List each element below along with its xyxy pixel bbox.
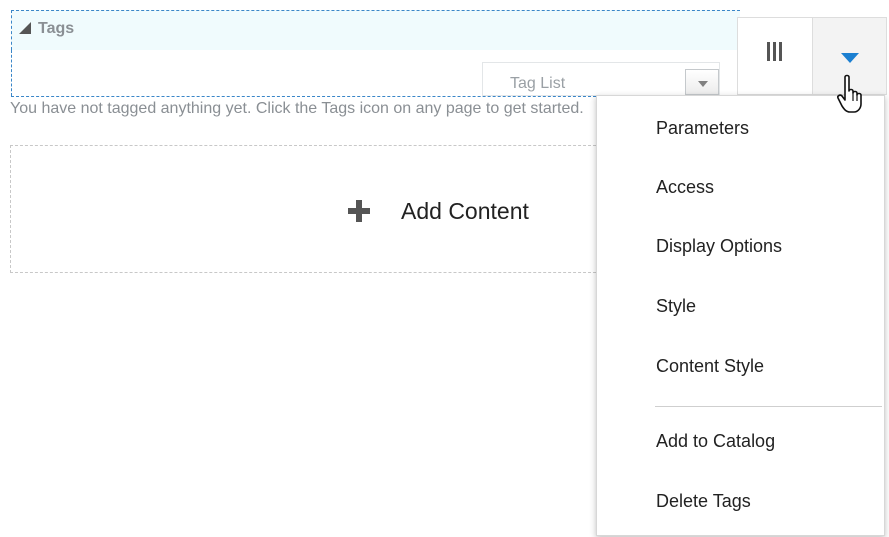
layout-button[interactable] xyxy=(738,18,813,94)
selection-frame-left xyxy=(11,50,12,96)
menu-item-parameters[interactable]: Parameters xyxy=(656,117,749,139)
tag-list-dropdown-button[interactable] xyxy=(685,69,719,95)
plus-icon xyxy=(348,200,370,222)
portlet-menu: Parameters Access Display Options Style … xyxy=(596,95,885,536)
collapse-triangle-icon[interactable] xyxy=(19,22,31,34)
menu-item-content-style[interactable]: Content Style xyxy=(656,355,764,377)
menu-item-style[interactable]: Style xyxy=(656,295,696,317)
tag-list-placeholder: Tag List xyxy=(510,75,566,92)
add-content-button[interactable]: Add Content xyxy=(348,196,529,226)
add-content-label: Add Content xyxy=(401,198,529,224)
portlet-title: Tags xyxy=(38,20,75,37)
portlet-toolbar xyxy=(737,17,887,95)
selection-frame-bottom xyxy=(11,96,596,97)
chevron-down-icon xyxy=(698,81,708,87)
empty-tags-message: You have not tagged anything yet. Click … xyxy=(10,100,584,117)
menu-button[interactable] xyxy=(813,18,886,94)
tags-portlet-header xyxy=(11,10,740,50)
menu-item-delete-tags[interactable]: Delete Tags xyxy=(656,490,751,512)
menu-item-access[interactable]: Access xyxy=(656,176,714,198)
menu-item-add-to-catalog[interactable]: Add to Catalog xyxy=(656,430,775,452)
menu-separator xyxy=(655,406,882,407)
columns-icon xyxy=(767,42,783,61)
tag-list-select[interactable]: Tag List xyxy=(482,62,720,96)
dropdown-triangle-icon xyxy=(841,53,859,63)
menu-item-display-options[interactable]: Display Options xyxy=(656,235,782,257)
